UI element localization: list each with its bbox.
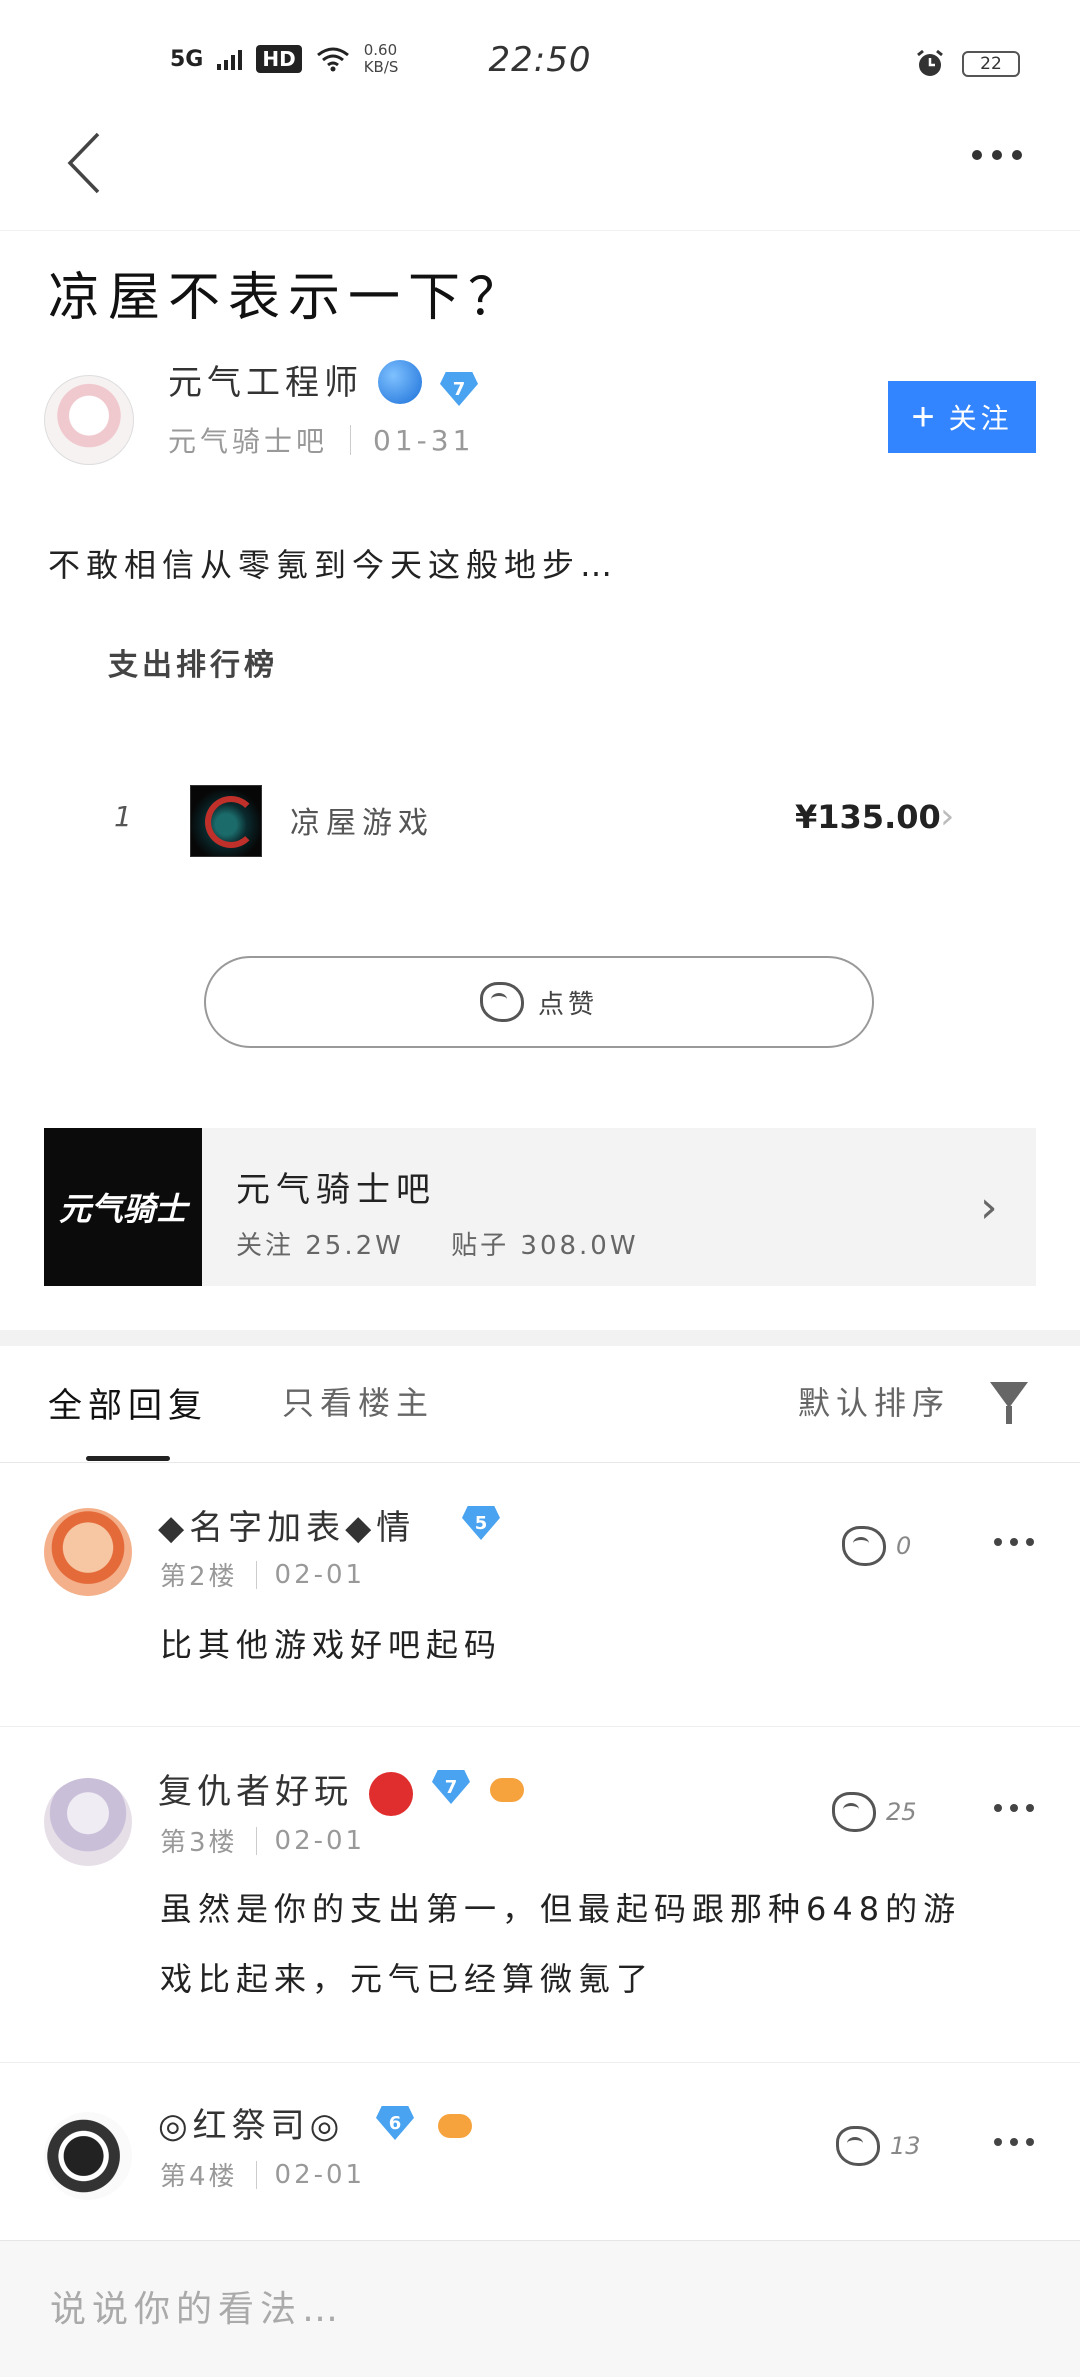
forum-stats: 关注 25.2W 贴子 308.0W bbox=[236, 1225, 675, 1262]
reply-more-button[interactable] bbox=[994, 1804, 1034, 1812]
author-avatar[interactable] bbox=[44, 375, 134, 465]
reply-like-button[interactable]: 13 bbox=[836, 2126, 921, 2166]
chevron-right-icon: › bbox=[940, 796, 955, 837]
thumbs-up-icon bbox=[842, 1526, 886, 1566]
ranking-title: 支出排行榜 bbox=[108, 648, 278, 683]
tab-all-replies[interactable]: 全部回复 bbox=[48, 1378, 208, 1427]
reply-avatar[interactable] bbox=[44, 1508, 132, 1596]
reply-text-line: 戏比起来，元气已经算微氪了 bbox=[160, 1960, 655, 1998]
sort-dropdown[interactable]: 默认排序 bbox=[798, 1378, 950, 1424]
tab-op-only[interactable]: 只看楼主 bbox=[282, 1378, 434, 1424]
forum-posts: 贴子 308.0W bbox=[451, 1231, 639, 1261]
ranking-number: 1 bbox=[114, 800, 132, 833]
more-dot bbox=[992, 150, 1002, 160]
reply-level-badge: 5 bbox=[462, 1506, 500, 1540]
thumbs-up-icon bbox=[832, 1792, 876, 1832]
author-name[interactable]: 元气工程师 bbox=[168, 355, 363, 404]
more-dot bbox=[1012, 150, 1022, 160]
reply-like-count: 0 bbox=[896, 1532, 912, 1560]
alarm-icon bbox=[917, 49, 943, 76]
reply-more-button[interactable] bbox=[994, 2138, 1034, 2146]
thumbs-up-icon bbox=[836, 2126, 880, 2166]
reply-username[interactable]: ◎红祭司◎ bbox=[158, 2098, 344, 2147]
divider bbox=[350, 425, 352, 455]
reply-text: 比其他游戏好吧起码 bbox=[160, 1626, 503, 1664]
more-dot bbox=[1026, 2138, 1034, 2146]
reply-divider bbox=[0, 1726, 1080, 1727]
reply-like-button[interactable]: 0 bbox=[842, 1526, 911, 1566]
globe-icon bbox=[378, 360, 422, 404]
author-forum[interactable]: 元气骑士吧 bbox=[168, 420, 328, 460]
active-tab-indicator bbox=[86, 1456, 170, 1461]
chevron-left-icon bbox=[67, 132, 100, 194]
post-date: 01-31 bbox=[373, 423, 475, 457]
reply-username-row: 复仇者好玩 bbox=[158, 1764, 413, 1816]
game-badge-icon bbox=[490, 1778, 524, 1802]
like-label: 点赞 bbox=[537, 988, 598, 1019]
angry-emoji-icon bbox=[368, 1771, 413, 1816]
follow-button[interactable]: + 关注 bbox=[888, 381, 1036, 453]
divider bbox=[255, 1826, 257, 1855]
more-dot bbox=[1010, 1538, 1018, 1546]
post-body: 不敢相信从零氪到今天这般地步… bbox=[48, 546, 619, 584]
ranking-game-name: 凉屋游戏 bbox=[290, 806, 434, 841]
reply-date: 02-01 bbox=[274, 1825, 366, 1856]
reply-username[interactable]: ◆名字加表◆情 bbox=[158, 1500, 415, 1549]
reply-floor: 第4楼 bbox=[160, 2162, 238, 2192]
reply-text-line: 虽然是你的支出第一，但最起码跟那种648的游 bbox=[160, 1890, 962, 1928]
reply-like-count: 13 bbox=[890, 2132, 921, 2160]
back-button[interactable] bbox=[62, 128, 108, 198]
reply-date: 02-01 bbox=[274, 2159, 366, 2190]
author-level-badge: 7 bbox=[440, 372, 478, 406]
reply-avatar[interactable] bbox=[44, 1778, 132, 1866]
reply-date: 02-01 bbox=[274, 1559, 366, 1590]
reply-meta: 第2楼 02-01 bbox=[160, 1556, 365, 1593]
divider bbox=[255, 1560, 257, 1589]
comment-input[interactable] bbox=[48, 2268, 1032, 2350]
follow-label: 关注 bbox=[948, 403, 1013, 434]
plus-icon: + bbox=[911, 395, 939, 439]
section-divider bbox=[0, 1330, 1080, 1346]
more-dot bbox=[994, 2138, 1002, 2146]
thumbs-up-icon bbox=[479, 982, 524, 1022]
reply-like-button[interactable]: 25 bbox=[832, 1792, 917, 1832]
reply-divider bbox=[0, 2062, 1080, 2063]
reply-level-badge: 6 bbox=[376, 2106, 414, 2140]
forum-name: 元气骑士吧 bbox=[236, 1170, 436, 1210]
more-dot bbox=[1026, 1804, 1034, 1812]
like-button[interactable]: 点赞 bbox=[204, 956, 874, 1048]
chevron-right-icon: › bbox=[980, 1182, 998, 1233]
reply-level-badge: 7 bbox=[432, 1770, 470, 1804]
forum-followers: 关注 25.2W bbox=[236, 1231, 404, 1261]
battery-icon: 22 bbox=[962, 51, 1020, 77]
more-dot bbox=[1026, 1538, 1034, 1546]
filter-icon[interactable] bbox=[990, 1382, 1028, 1424]
status-right: 22 bbox=[914, 48, 1020, 80]
tabs-divider bbox=[0, 1462, 1080, 1463]
reply-floor: 第3楼 bbox=[160, 1828, 238, 1858]
ranking-amount: ¥135.00 bbox=[795, 798, 941, 836]
author-meta: 元气骑士吧 01-31 bbox=[168, 420, 474, 460]
more-dot bbox=[994, 1538, 1002, 1546]
more-dot bbox=[994, 1804, 1002, 1812]
post-title: 凉屋不表示一下？ bbox=[48, 268, 529, 328]
more-options-button[interactable] bbox=[972, 150, 1022, 160]
reply-more-button[interactable] bbox=[994, 1538, 1034, 1546]
reply-username[interactable]: 复仇者好玩 bbox=[158, 1772, 353, 1812]
more-dot bbox=[1010, 1804, 1018, 1812]
reply-floor: 第2楼 bbox=[160, 1562, 238, 1592]
reply-avatar[interactable] bbox=[44, 2112, 132, 2200]
divider bbox=[255, 2160, 257, 2189]
more-dot bbox=[1010, 2138, 1018, 2146]
game-badge-icon bbox=[438, 2114, 472, 2138]
forum-logo: 元气骑士 bbox=[44, 1128, 202, 1286]
nav-bar bbox=[0, 120, 1080, 231]
reply-meta: 第4楼 02-01 bbox=[160, 2156, 365, 2193]
more-dot bbox=[972, 150, 982, 160]
game-icon bbox=[190, 785, 262, 857]
reply-meta: 第3楼 02-01 bbox=[160, 1822, 365, 1859]
reply-like-count: 25 bbox=[886, 1798, 917, 1826]
